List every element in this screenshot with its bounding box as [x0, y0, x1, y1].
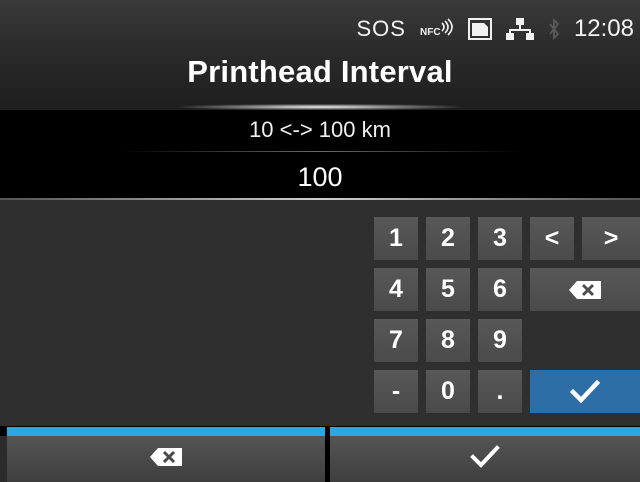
backspace-key[interactable]: [530, 268, 640, 311]
svg-text:NFC: NFC: [420, 27, 441, 38]
status-bar: SOS NFC 12:08: [356, 14, 634, 44]
key-5[interactable]: 5: [426, 268, 470, 311]
sos-indicator: SOS: [356, 16, 406, 41]
footer-confirm-button[interactable]: [330, 436, 640, 482]
header: SOS NFC 12:08 Printhead Interval: [0, 0, 640, 110]
key-1[interactable]: 1: [374, 217, 418, 260]
nfc-icon: NFC: [420, 18, 454, 40]
cursor-right-key[interactable]: >: [582, 217, 640, 260]
key-6[interactable]: 6: [478, 268, 522, 311]
value-input-field[interactable]: 100: [0, 152, 640, 199]
key-8[interactable]: 8: [426, 319, 470, 362]
sd-card-icon: [467, 18, 492, 40]
range-hint: 10 <-> 100 km: [0, 110, 640, 152]
key-4[interactable]: 4: [374, 268, 418, 311]
key-9[interactable]: 9: [478, 319, 522, 362]
footer-divider: [325, 427, 330, 482]
decimal-key[interactable]: .: [478, 370, 522, 413]
backspace-icon: [149, 447, 183, 472]
clock: 12:08: [573, 15, 634, 42]
key-3[interactable]: 3: [478, 217, 522, 260]
backspace-icon: [568, 280, 602, 300]
cursor-left-key[interactable]: <: [530, 217, 574, 260]
page-title: Printhead Interval: [187, 54, 453, 89]
key-7[interactable]: 7: [374, 319, 418, 362]
footer-backspace-button[interactable]: [7, 436, 325, 482]
footer-accent-right: [330, 427, 640, 436]
network-icon: [505, 17, 534, 41]
keypad-area: 1 2 3 < > 4 5 6 7 8 9 - 0 .: [0, 200, 640, 426]
minus-key[interactable]: -: [374, 370, 418, 413]
enter-key[interactable]: [530, 370, 640, 413]
footer-accent-left: [7, 427, 325, 436]
bluetooth-icon: [548, 17, 560, 41]
checkmark-icon: [470, 444, 500, 474]
key-0[interactable]: 0: [426, 370, 470, 413]
key-2[interactable]: 2: [426, 217, 470, 260]
checkmark-icon: [570, 379, 600, 404]
